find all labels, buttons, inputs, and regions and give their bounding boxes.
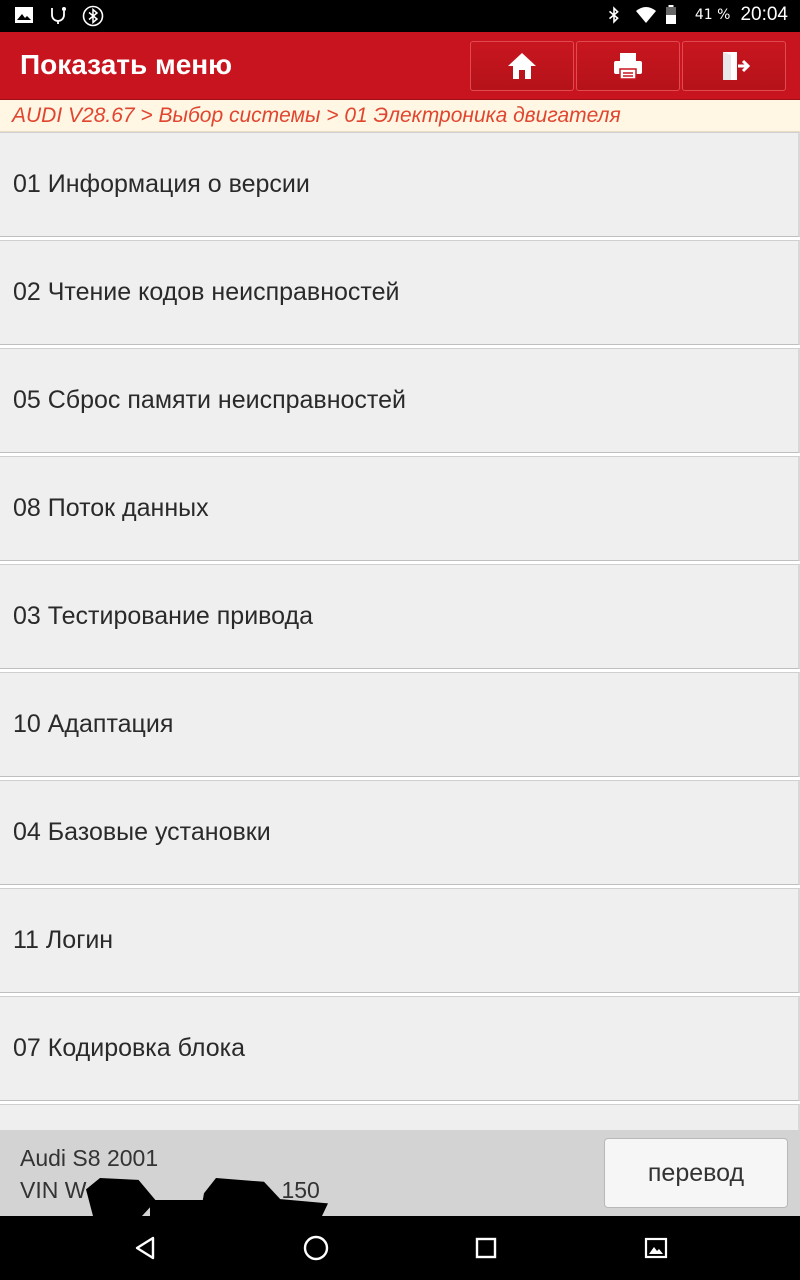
print-icon <box>614 53 642 80</box>
footer: Audi S8 2001 VIN W 150 перевод <box>0 1130 800 1216</box>
print-button[interactable] <box>576 41 680 91</box>
back-button[interactable] <box>126 1230 166 1266</box>
nav-bar <box>0 1216 800 1280</box>
wifi-icon <box>635 5 656 25</box>
home-icon <box>508 53 536 79</box>
menu-item-read-fault-codes[interactable]: 02 Чтение кодов неисправностей <box>0 240 800 345</box>
menu-item-data-stream[interactable]: 08 Поток данных <box>0 456 800 561</box>
bluetooth-icon <box>605 5 625 25</box>
menu-item-partial[interactable] <box>0 1104 800 1130</box>
menu-item-label: 04 Базовые установки <box>13 818 271 846</box>
recents-icon <box>475 1237 497 1259</box>
app-header: Показать меню <box>0 32 800 100</box>
exit-icon <box>723 52 751 80</box>
menu-item-version-info[interactable]: 01 Информация о версии <box>0 132 800 237</box>
translate-button[interactable]: перевод <box>604 1138 788 1208</box>
usb-debug-icon <box>48 5 68 25</box>
home-nav-button[interactable] <box>296 1230 336 1266</box>
menu-item-label: 02 Чтение кодов неисправностей <box>13 278 400 306</box>
menu-item-login[interactable]: 11 Логин <box>0 888 800 993</box>
vehicle-model: Audi S8 2001 <box>20 1145 159 1171</box>
menu-item-label: 08 Поток данных <box>13 494 209 522</box>
menu-item-actuator-test[interactable]: 03 Тестирование привода <box>0 564 800 669</box>
breadcrumb: AUDI V28.67 > Выбор системы > 01 Электро… <box>0 100 800 132</box>
menu-item-label: 01 Информация о версии <box>13 170 310 198</box>
menu-item-unit-coding[interactable]: 07 Кодировка блока <box>0 996 800 1101</box>
home-button[interactable] <box>470 41 574 91</box>
battery-percent: 41 % <box>694 7 731 23</box>
menu-list: 01 Информация о версии 02 Чтение кодов н… <box>0 132 800 1130</box>
menu-item-label: 05 Сброс памяти неисправностей <box>13 386 406 414</box>
menu-item-label: 11 Логин <box>13 926 114 954</box>
menu-item-label: 10 Адаптация <box>13 710 174 738</box>
menu-item-adaptation[interactable]: 10 Адаптация <box>0 672 800 777</box>
menu-item-clear-fault-memory[interactable]: 05 Сброс памяти неисправностей <box>0 348 800 453</box>
vin-suffix: 150 <box>281 1177 320 1203</box>
back-icon <box>135 1236 155 1260</box>
status-bar: 41 % 20:04 <box>0 0 800 32</box>
recents-button[interactable] <box>466 1230 506 1266</box>
image-icon <box>14 5 34 25</box>
clock: 20:04 <box>740 4 788 25</box>
menu-item-label: 03 Тестирование привода <box>13 602 314 630</box>
screenshot-icon <box>644 1237 668 1259</box>
menu-item-basic-settings[interactable]: 04 Базовые установки <box>0 780 800 885</box>
bluetooth-badge-icon <box>82 5 104 27</box>
battery-icon <box>665 5 685 25</box>
exit-button[interactable] <box>682 41 786 91</box>
menu-item-label: 07 Кодировка блока <box>13 1034 246 1062</box>
vin-prefix: VIN W <box>20 1177 87 1203</box>
page-title: Показать меню <box>20 49 233 80</box>
screenshot-button[interactable] <box>636 1230 676 1266</box>
home-circle-icon <box>303 1235 329 1261</box>
